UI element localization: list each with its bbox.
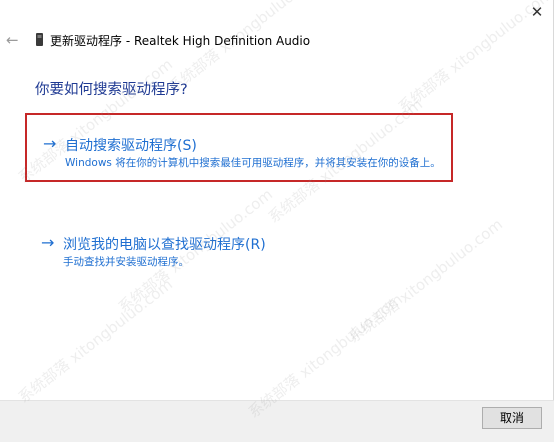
close-icon: ✕ (530, 3, 544, 21)
page-heading: 你要如何搜索驱动程序? (35, 82, 188, 98)
option-description: Windows 将在你的计算机中搜索最佳可用驱动程序，并将其安装在你的设备上。 (65, 157, 441, 169)
window-title: 更新驱动程序 - Realtek High Definition Audio (50, 34, 311, 48)
watermark-layer: 系统部落 xitongbuluo.com 系统部落 xitongbuluo.co… (0, 0, 554, 441)
back-arrow-icon[interactable]: ← (6, 30, 22, 50)
title-bar: ✕ (0, 0, 554, 26)
close-button[interactable]: ✕ (520, 0, 554, 24)
arrow-right-icon: → (41, 233, 55, 252)
option-title: 自动搜索驱动程序(S) (65, 138, 197, 154)
auto-search-option[interactable]: → 自动搜索驱动程序(S) Windows 将在你的计算机中搜索最佳可用驱动程序… (25, 113, 453, 182)
option-description: 手动查找并安装驱动程序。 (63, 256, 189, 268)
browse-computer-option[interactable]: → 浏览我的电脑以查找驱动程序(R) 手动查找并安装驱动程序。 (25, 226, 453, 276)
navigation-row: ← 更新驱动程序 - Realtek High Definition Audio (0, 30, 540, 52)
arrow-right-icon: → (43, 134, 57, 153)
device-icon (36, 33, 43, 46)
cancel-button[interactable]: 取消 (482, 407, 542, 429)
watermark-text: 系统部落 xitongbuluo.com (14, 275, 177, 407)
dialog-footer (0, 400, 554, 442)
update-driver-dialog: ✕ ← 更新驱动程序 - Realtek High Definition Aud… (0, 0, 554, 442)
option-title: 浏览我的电脑以查找驱动程序(R) (63, 237, 266, 253)
